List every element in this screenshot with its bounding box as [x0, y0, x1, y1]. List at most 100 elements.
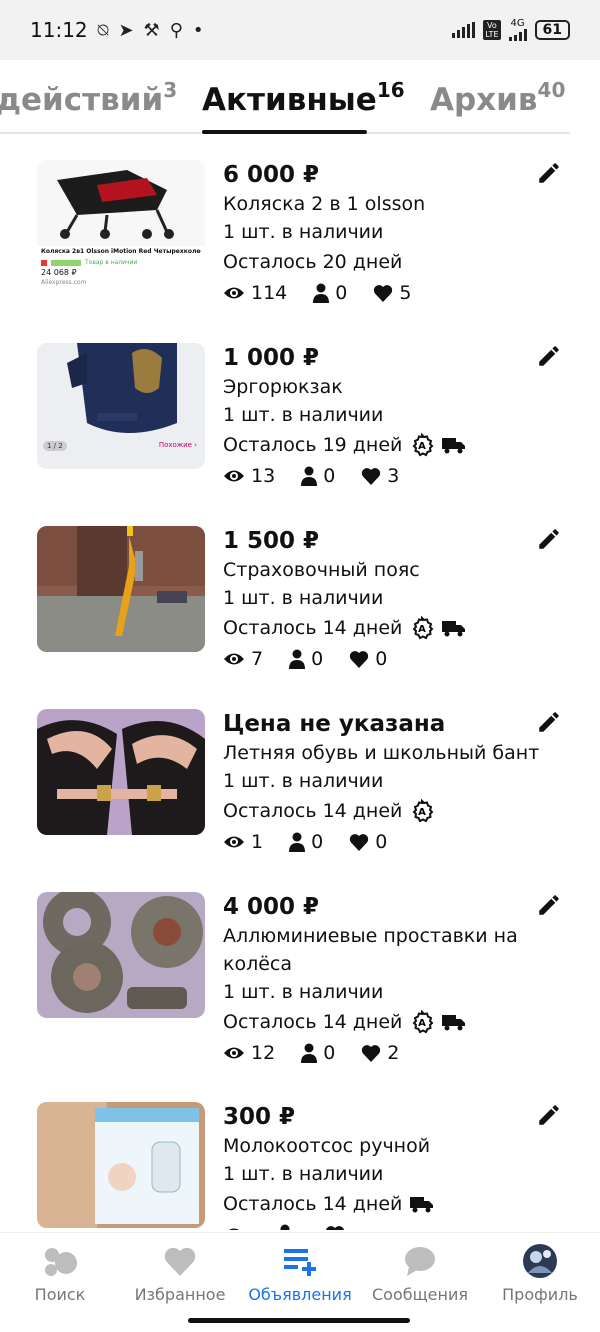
listing-item[interactable]: Цена не указана Летняя обувь и школьный …: [0, 709, 600, 879]
volte-icon: Vo LTE: [483, 20, 501, 40]
views-count: 13: [251, 465, 276, 487]
bottom-navigation: Поиск Избранное Объявления Сообщения Про…: [0, 1232, 600, 1312]
views-count: 12: [251, 1042, 276, 1064]
remaining-text: Осталось 14 дней: [223, 617, 403, 639]
listing-stats: 1 0 0: [223, 831, 580, 853]
battery-icon: 61: [534, 20, 570, 40]
listing-thumbnail[interactable]: [37, 1102, 205, 1228]
listing-info: 300 ₽ Молокоотсос ручной 1 шт. в наличии…: [223, 1102, 580, 1230]
heart-icon: [362, 468, 381, 485]
contacts-stat: [277, 1224, 299, 1230]
edit-pencil-icon[interactable]: [536, 160, 562, 186]
tab-count: 40: [537, 78, 566, 102]
nav-listings[interactable]: Объявления: [240, 1233, 360, 1312]
contacts-count: 0: [335, 282, 348, 304]
listing-thumbnail[interactable]: [37, 709, 205, 835]
listing-stats: [223, 1224, 580, 1230]
likes-count: 3: [387, 465, 400, 487]
nav-messages[interactable]: Сообщения: [360, 1233, 480, 1312]
remaining-text: Осталось 14 дней: [223, 1193, 403, 1215]
views-stat: 12: [223, 1042, 275, 1064]
network-type: 4G: [510, 18, 525, 29]
svg-text:A: A: [419, 807, 427, 818]
listing-title[interactable]: Аллюминиевые проставки на колёса: [223, 922, 580, 978]
likes-stat: 2: [361, 1042, 399, 1064]
views-stat: 114: [223, 282, 287, 304]
delivery-truck-icon: [410, 1197, 434, 1213]
views-count: 1: [251, 831, 264, 853]
views-stat: 13: [223, 465, 275, 487]
home-indicator[interactable]: [188, 1318, 410, 1323]
edit-pencil-icon[interactable]: [536, 892, 562, 918]
views-stat: 7: [223, 648, 263, 670]
nav-favorites[interactable]: Избранное: [120, 1233, 240, 1312]
contacts-stat: 0: [313, 282, 347, 304]
listing-thumbnail[interactable]: Коляска 2в1 Olsson iMotion Red Четырехко…: [37, 160, 205, 286]
edit-pencil-icon[interactable]: [536, 526, 562, 552]
nav-profile[interactable]: Профиль: [480, 1233, 600, 1312]
listing-stats: 12 0 2: [223, 1042, 580, 1064]
listing-item[interactable]: Коляска 2в1 Olsson iMotion Red Четырехко…: [0, 160, 600, 330]
safety-belt-image: [37, 526, 205, 652]
tab-count: 16: [376, 78, 405, 102]
listing-title[interactable]: Молокоотсос ручной: [223, 1132, 580, 1160]
shoes-bow-image: [37, 709, 205, 835]
tab-actions[interactable]: действий3: [0, 78, 177, 118]
thumb-badge-row: Товар в наличии: [41, 259, 137, 266]
person-icon: [301, 466, 318, 486]
edit-pencil-icon[interactable]: [536, 709, 562, 735]
likes-stat: 0: [349, 648, 387, 670]
delivery-truck-icon: [442, 438, 466, 454]
edit-pencil-icon[interactable]: [536, 1102, 562, 1128]
store-logo: [41, 259, 47, 266]
status-time: 11:12: [30, 18, 88, 42]
signal-icon: [452, 22, 476, 38]
listing-stock: 1 шт. в наличии: [223, 404, 384, 426]
listing-price: 4 000 ₽: [223, 894, 320, 920]
contacts-stat: 0: [289, 648, 323, 670]
listing-item[interactable]: 4 000 ₽ Аллюминиевые проставки на колёса…: [0, 892, 600, 1064]
similar-link: Похожие ›: [158, 441, 197, 449]
listing-item[interactable]: 300 ₽ Молокоотсос ручной 1 шт. в наличии…: [0, 1102, 600, 1230]
listing-title[interactable]: Коляска 2 в 1 olsson: [223, 190, 580, 218]
listing-price: Цена не указана: [223, 711, 446, 737]
contacts-count: 0: [323, 465, 336, 487]
tab-archive[interactable]: Архив40: [430, 78, 565, 118]
heart-icon: [350, 651, 369, 668]
remaining-text: Осталось 19 дней: [223, 434, 403, 456]
nav-label: Профиль: [502, 1285, 578, 1304]
listing-remaining: Осталось 14 дней A: [223, 797, 580, 825]
tab-label: действий: [0, 82, 164, 118]
status-right: Vo LTE 4G 61: [452, 19, 570, 41]
contacts-count: 0: [311, 831, 324, 853]
listing-thumbnail[interactable]: [37, 892, 205, 1018]
listing-thumbnail[interactable]: 1 / 2 Похожие ›: [37, 343, 205, 469]
listing-title[interactable]: Летняя обувь и школьный бант: [223, 739, 580, 767]
tab-active-indicator: [202, 130, 367, 134]
listing-item[interactable]: 1 500 ₽ Страховочный пояс 1 шт. в наличи…: [0, 526, 600, 696]
contacts-stat: 0: [301, 1042, 335, 1064]
thumb-site: Aliexpress.com: [41, 279, 87, 286]
heart-icon: [326, 1226, 344, 1230]
notification-icons: ⍉ ➤ ⚒ ⚲ •: [98, 20, 204, 41]
listing-tabs: действий3 Активные16 Архив40: [0, 60, 600, 140]
listing-title[interactable]: Эргорюкзак: [223, 373, 580, 401]
image-counter: 1 / 2: [43, 441, 67, 451]
listing-remaining: Осталось 20 дней: [223, 248, 580, 276]
listing-info: Цена не указана Летняя обувь и школьный …: [223, 709, 580, 853]
listing-stock: 1 шт. в наличии: [223, 1163, 384, 1185]
views-count: 114: [251, 282, 288, 304]
delivery-truck-icon: [442, 621, 466, 637]
listing-item[interactable]: 1 / 2 Похожие › 1 000 ₽ Эргорюкзак 1 шт.…: [0, 343, 600, 513]
listing-info: 6 000 ₽ Коляска 2 в 1 olsson 1 шт. в нал…: [223, 160, 580, 304]
edit-pencil-icon[interactable]: [536, 343, 562, 369]
listing-title[interactable]: Страховочный пояс: [223, 556, 580, 584]
eye-icon: [224, 470, 244, 482]
svg-text:A: A: [419, 441, 427, 452]
tab-active[interactable]: Активные16: [202, 78, 405, 118]
likes-count: 5: [399, 282, 412, 304]
nav-search[interactable]: Поиск: [0, 1233, 120, 1312]
listing-thumbnail[interactable]: [37, 526, 205, 652]
listing-stock: 1 шт. в наличии: [223, 587, 384, 609]
listing-info: 1 000 ₽ Эргорюкзак 1 шт. в наличии Остал…: [223, 343, 580, 487]
